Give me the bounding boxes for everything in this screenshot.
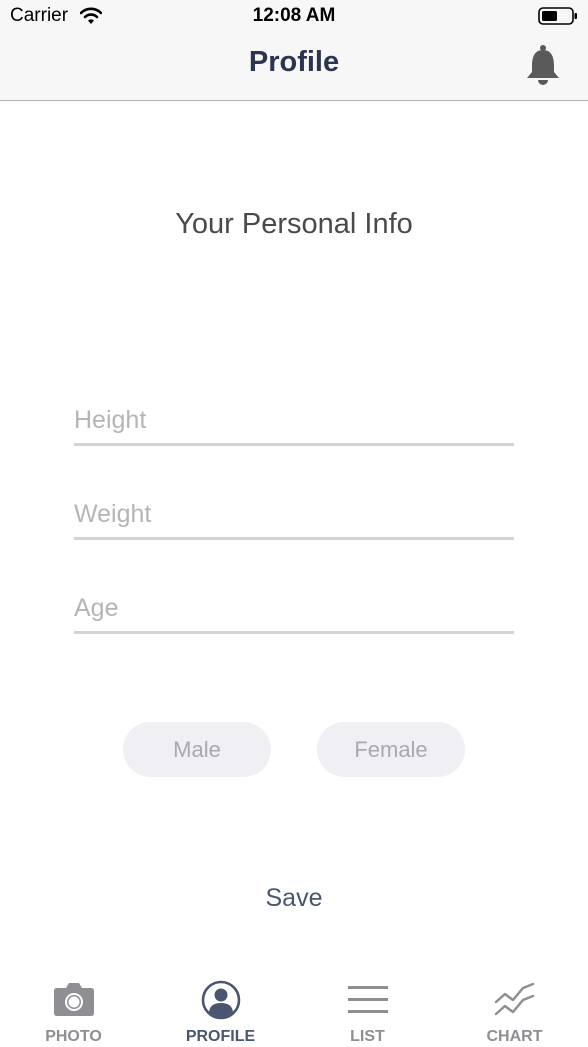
tab-photo[interactable]: PHOTO xyxy=(0,968,147,1047)
user-icon xyxy=(201,980,241,1020)
tab-chart-label: CHART xyxy=(486,1028,543,1045)
female-button[interactable]: Female xyxy=(317,722,465,777)
page-title: Profile xyxy=(248,46,340,78)
chart-icon xyxy=(494,982,535,1016)
tab-bar: PHOTO PROFILE LIST CHART xyxy=(0,968,588,1047)
battery-icon xyxy=(538,7,578,25)
status-time: 12:08 AM xyxy=(252,5,336,26)
list-icon xyxy=(348,986,388,1013)
tab-photo-label: PHOTO xyxy=(45,1028,102,1045)
tab-profile-label: PROFILE xyxy=(185,1028,256,1045)
top-bar: Carrier 12:08 AM Profile xyxy=(0,0,588,101)
camera-icon xyxy=(54,983,94,1016)
weight-field[interactable] xyxy=(74,491,514,540)
age-field[interactable] xyxy=(74,585,514,634)
save-button[interactable]: Save xyxy=(0,884,588,913)
bell-icon[interactable] xyxy=(524,44,562,86)
profile-screen: Carrier 12:08 AM Profile Your Personal I… xyxy=(0,0,588,1047)
height-field[interactable] xyxy=(74,397,514,446)
tab-list-label: LIST xyxy=(350,1028,385,1045)
tab-list[interactable]: LIST xyxy=(294,968,441,1047)
tab-chart[interactable]: CHART xyxy=(441,968,588,1047)
male-button[interactable]: Male xyxy=(123,722,271,777)
tab-profile[interactable]: PROFILE xyxy=(147,968,294,1047)
section-heading: Your Personal Info xyxy=(175,208,413,240)
